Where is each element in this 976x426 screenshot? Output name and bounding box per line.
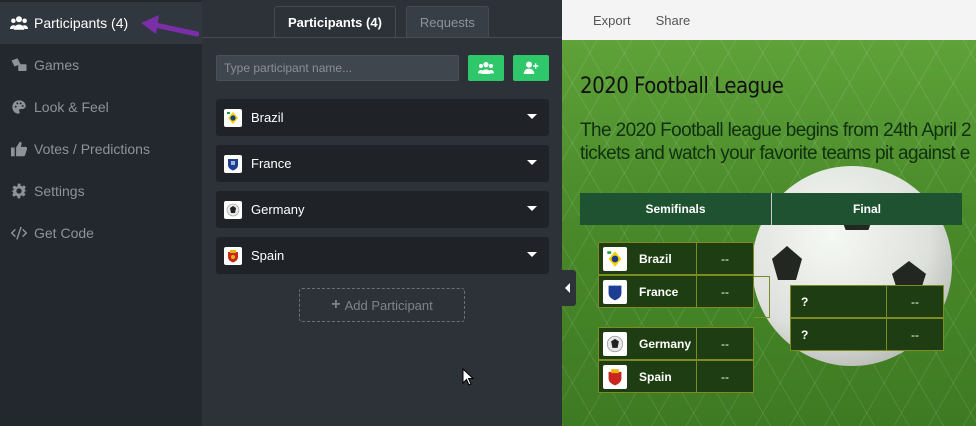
match-slot[interactable]: ? --	[790, 318, 944, 351]
participant-row-france[interactable]: France	[216, 145, 549, 182]
description-line: The 2020 Football league begins from 24t…	[580, 120, 972, 141]
participant-name-input[interactable]	[216, 55, 459, 81]
tab-divider	[202, 37, 562, 38]
tab-participants[interactable]: Participants (4)	[274, 6, 396, 38]
participant-name: Germany	[251, 202, 305, 217]
participants-panel: Participants (4) Requests Brazil France …	[202, 0, 576, 426]
germany-flag-icon	[224, 200, 242, 219]
brazil-flag-icon	[224, 108, 242, 127]
chevron-down-icon[interactable]	[527, 160, 537, 165]
participant-row-germany[interactable]: Germany	[216, 191, 549, 228]
france-flag-icon	[603, 279, 627, 304]
match-slot[interactable]: Spain --	[598, 360, 754, 393]
sidebar-item-label: Get Code	[34, 225, 94, 241]
chevron-down-icon[interactable]	[527, 206, 537, 211]
participant-name: Brazil	[251, 110, 284, 125]
round-header-final: Final	[772, 193, 962, 225]
sidebar-item-label: Participants (4)	[34, 15, 129, 31]
gear-icon	[8, 182, 30, 200]
share-link[interactable]: Share	[656, 13, 691, 28]
caret-left-icon	[565, 283, 570, 293]
team-score: --	[886, 319, 943, 350]
team-score: --	[696, 276, 753, 307]
tournament-title: 2020 Football League	[580, 74, 784, 99]
germany-flag-icon	[603, 331, 627, 356]
export-link[interactable]: Export	[593, 13, 631, 28]
brazil-flag-icon	[603, 246, 627, 271]
match-slot[interactable]: Germany --	[598, 327, 754, 360]
participant-row-brazil[interactable]: Brazil	[216, 99, 549, 136]
add-participant-label: Add Participant	[344, 297, 433, 313]
team-name: France	[639, 284, 679, 299]
spain-flag-icon	[603, 364, 627, 389]
team-name: ?	[801, 294, 809, 309]
match-slot[interactable]: ? --	[790, 285, 944, 318]
match-slot[interactable]: France --	[598, 275, 754, 308]
games-icon	[8, 56, 30, 74]
add-user-button[interactable]	[513, 55, 549, 81]
team-name: Brazil	[639, 251, 672, 266]
annotation-arrow-icon	[141, 15, 199, 37]
tournament-description: The 2020 Football league begins from 24t…	[580, 119, 972, 165]
sidebar-item-games[interactable]: Games	[0, 44, 202, 86]
tab-requests[interactable]: Requests	[405, 6, 489, 37]
panel-tabs: Participants (4) Requests	[274, 6, 499, 38]
thumbs-up-icon	[8, 140, 30, 158]
sidebar-item-label: Settings	[34, 183, 85, 199]
sidebar-item-settings[interactable]: Settings	[0, 170, 202, 212]
chevron-down-icon[interactable]	[527, 252, 537, 257]
team-score: --	[696, 361, 753, 392]
participant-row-spain[interactable]: Spain	[216, 237, 549, 274]
users-icon	[8, 14, 30, 32]
plus-icon: +	[331, 296, 341, 313]
chevron-down-icon[interactable]	[527, 114, 537, 119]
users-icon	[478, 62, 494, 74]
spain-flag-icon	[224, 246, 242, 265]
collapse-panel-button[interactable]	[559, 270, 576, 306]
team-score: --	[886, 286, 943, 317]
sidebar-item-label: Games	[34, 57, 80, 73]
add-group-button[interactable]	[468, 55, 504, 81]
code-icon	[8, 224, 30, 242]
participant-name: France	[251, 156, 292, 171]
sidebar-item-look-and-feel[interactable]: Look & Feel	[0, 86, 202, 128]
sidebar-item-label: Votes / Predictions	[34, 141, 150, 157]
team-name: Spain	[639, 369, 672, 384]
mouse-cursor-icon	[462, 368, 474, 386]
team-score: --	[696, 243, 753, 274]
team-score: --	[696, 328, 753, 359]
sidebar-item-votes[interactable]: Votes / Predictions	[0, 128, 202, 170]
add-participant-button[interactable]: + Add Participant	[299, 288, 465, 322]
match-slot[interactable]: Brazil --	[598, 242, 754, 275]
sidebar: Participants (4) Games Look & Feel Votes…	[0, 0, 202, 426]
bracket-preview: Export Share 2020 Football League The 20…	[562, 0, 976, 426]
team-name: ?	[801, 327, 809, 342]
bracket-connector	[754, 276, 770, 318]
team-name: Germany	[639, 336, 692, 351]
description-line: tickets and watch your favorite teams pi…	[580, 143, 970, 164]
user-plus-icon	[523, 61, 539, 74]
sidebar-item-get-code[interactable]: Get Code	[0, 212, 202, 254]
participant-name: Spain	[251, 248, 285, 263]
france-flag-icon	[224, 154, 242, 173]
preview-toolbar: Export Share	[562, 0, 976, 40]
round-header-semifinals: Semifinals	[580, 193, 772, 225]
sidebar-item-label: Look & Feel	[34, 99, 109, 115]
palette-icon	[8, 98, 30, 116]
